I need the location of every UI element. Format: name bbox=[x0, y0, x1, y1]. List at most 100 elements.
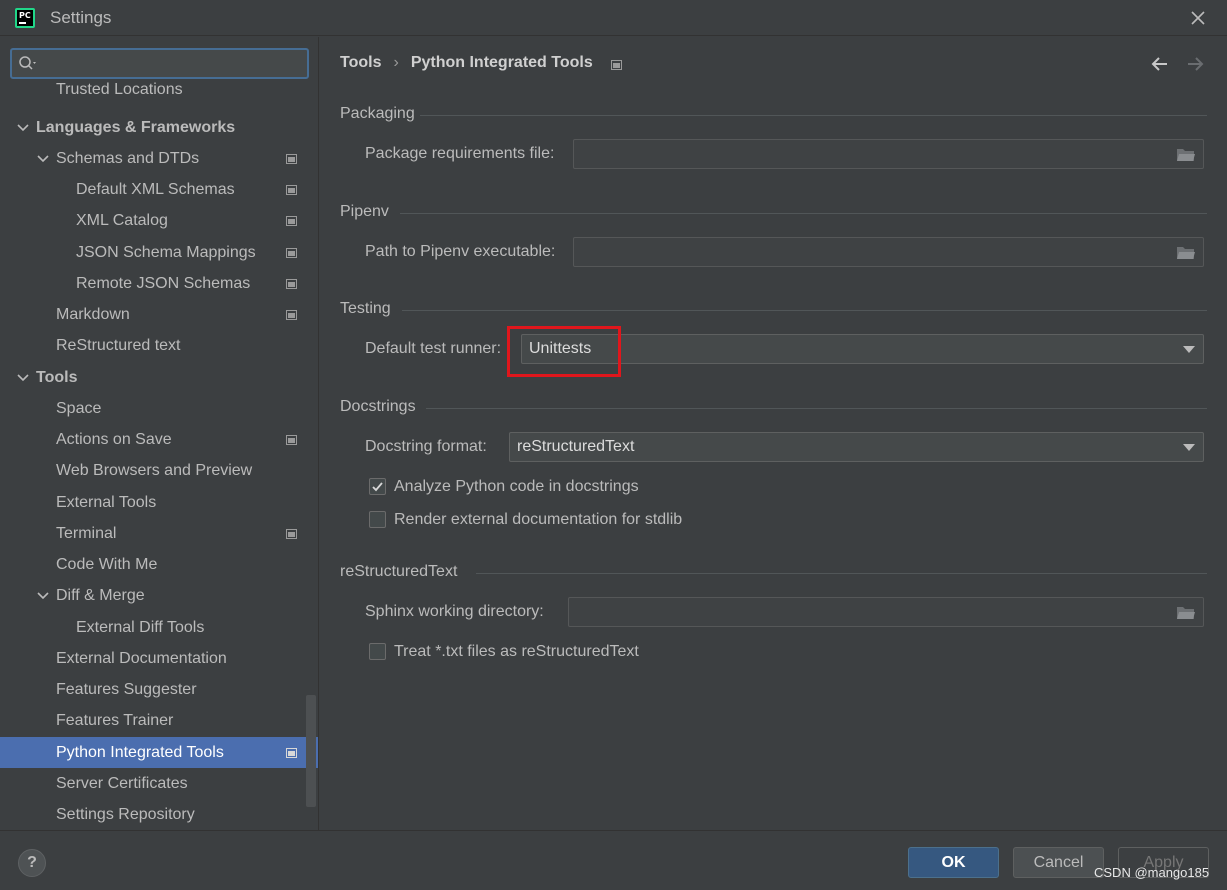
docstring-format-label: Docstring format: bbox=[365, 438, 487, 455]
breadcrumb: Tools › Python Integrated Tools bbox=[340, 54, 593, 72]
sidebar-item-label: Python Integrated Tools bbox=[56, 744, 224, 761]
settings-sidebar: Trusted Locations Languages & Frameworks… bbox=[0, 37, 319, 830]
sidebar-item-json-schema-mappings[interactable]: JSON Schema Mappings bbox=[0, 237, 318, 268]
project-scope-icon bbox=[286, 529, 297, 539]
sidebar-item-external-diff-tools[interactable]: External Diff Tools bbox=[0, 612, 318, 643]
section-divider bbox=[402, 310, 1207, 311]
dialog-footer: ? OK Cancel Apply CSDN @mango185 bbox=[0, 830, 1227, 890]
sidebar-item-label: Features Suggester bbox=[56, 681, 197, 698]
sidebar-item-restructured-text[interactable]: ReStructured text bbox=[0, 330, 318, 361]
package-requirements-label: Package requirements file: bbox=[365, 145, 555, 162]
settings-content: Tools › Python Integrated Tools Packaging … bbox=[320, 37, 1227, 830]
section-divider bbox=[400, 213, 1207, 214]
sidebar-item-label: Diff & Merge bbox=[56, 587, 145, 604]
sidebar-item-schemas-dtds[interactable]: Schemas and DTDs bbox=[0, 143, 318, 174]
sidebar-item-space[interactable]: Space bbox=[0, 393, 318, 424]
section-title-restructuredtext: reStructuredText bbox=[340, 563, 458, 580]
project-scope-icon bbox=[286, 216, 297, 226]
sidebar-scrollbar[interactable] bbox=[306, 695, 316, 807]
folder-icon[interactable] bbox=[1176, 147, 1196, 162]
sidebar-item-trusted-locations[interactable]: Trusted Locations bbox=[0, 79, 318, 101]
search-input[interactable] bbox=[10, 48, 309, 79]
chevron-down-icon[interactable] bbox=[16, 371, 30, 385]
docstring-format-value: reStructuredText bbox=[517, 438, 635, 455]
chevron-down-icon[interactable] bbox=[36, 152, 50, 166]
sidebar-item-label: Trusted Locations bbox=[56, 81, 183, 98]
analyze-docstrings-checkbox[interactable] bbox=[369, 478, 386, 495]
sidebar-item-code-with-me[interactable]: Code With Me bbox=[0, 549, 318, 580]
sidebar-item-label: External Documentation bbox=[56, 650, 227, 667]
treat-txt-checkbox[interactable] bbox=[369, 643, 386, 660]
watermark: CSDN @mango185 bbox=[1094, 865, 1210, 880]
sidebar-item-tools[interactable]: Tools bbox=[0, 362, 318, 393]
project-scope-icon bbox=[286, 310, 297, 320]
sidebar-item-xml-catalog[interactable]: XML Catalog bbox=[0, 205, 318, 236]
title-bar: PC Settings bbox=[0, 0, 1227, 36]
section-title-packaging: Packaging bbox=[340, 105, 415, 122]
sidebar-item-label: Web Browsers and Preview bbox=[56, 462, 253, 479]
section-title-testing: Testing bbox=[340, 300, 391, 317]
sidebar-item-label: Space bbox=[56, 400, 102, 417]
sidebar-item-languages-frameworks[interactable]: Languages & Frameworks bbox=[0, 112, 318, 143]
breadcrumb-parent[interactable]: Tools bbox=[340, 54, 381, 71]
sidebar-item-label: JSON Schema Mappings bbox=[76, 244, 256, 261]
test-runner-select[interactable]: Unittests bbox=[521, 334, 1204, 364]
test-runner-label: Default test runner: bbox=[365, 340, 502, 357]
folder-icon[interactable] bbox=[1176, 605, 1196, 620]
sidebar-item-label: Code With Me bbox=[56, 556, 158, 573]
search-icon bbox=[19, 56, 36, 70]
sphinx-directory-label: Sphinx working directory: bbox=[365, 603, 544, 620]
sidebar-item-terminal[interactable]: Terminal bbox=[0, 518, 318, 549]
sidebar-item-label: Terminal bbox=[56, 525, 117, 542]
folder-icon[interactable] bbox=[1176, 245, 1196, 260]
sidebar-item-label: ReStructured text bbox=[56, 337, 181, 354]
sidebar-item-external-tools[interactable]: External Tools bbox=[0, 487, 318, 518]
package-requirements-field[interactable] bbox=[573, 139, 1204, 169]
dropdown-arrow-icon bbox=[1183, 444, 1195, 451]
render-external-docs-checkbox[interactable] bbox=[369, 511, 386, 528]
sidebar-item-label: External Tools bbox=[56, 494, 157, 511]
dropdown-arrow-icon bbox=[1183, 346, 1195, 353]
sidebar-item-settings-repository[interactable]: Settings Repository bbox=[0, 799, 318, 830]
sidebar-item-label: Server Certificates bbox=[56, 775, 188, 792]
pycharm-logo-icon: PC bbox=[15, 8, 35, 28]
breadcrumb-separator: › bbox=[393, 54, 399, 71]
project-scope-icon bbox=[286, 279, 297, 289]
project-scope-icon bbox=[286, 435, 297, 445]
sidebar-item-default-xml-schemas[interactable]: Default XML Schemas bbox=[0, 174, 318, 205]
render-external-docs-label[interactable]: Render external documentation for stdlib bbox=[394, 511, 682, 529]
analyze-docstrings-label[interactable]: Analyze Python code in docstrings bbox=[394, 478, 639, 496]
sidebar-item-diff-merge[interactable]: Diff & Merge bbox=[0, 580, 318, 611]
sidebar-item-web-browsers[interactable]: Web Browsers and Preview bbox=[0, 455, 318, 486]
sidebar-item-features-trainer[interactable]: Features Trainer bbox=[0, 705, 318, 736]
back-arrow-icon[interactable] bbox=[1149, 54, 1171, 74]
close-icon[interactable] bbox=[1186, 6, 1210, 30]
sidebar-item-label: XML Catalog bbox=[76, 212, 168, 229]
section-title-pipenv: Pipenv bbox=[340, 203, 389, 220]
project-scope-icon bbox=[286, 248, 297, 258]
sidebar-item-markdown[interactable]: Markdown bbox=[0, 299, 318, 330]
sidebar-item-python-integrated-tools[interactable]: Python Integrated Tools bbox=[0, 737, 318, 768]
chevron-down-icon[interactable] bbox=[16, 121, 30, 135]
sidebar-item-actions-on-save[interactable]: Actions on Save bbox=[0, 424, 318, 455]
treat-txt-label[interactable]: Treat *.txt files as reStructuredText bbox=[394, 643, 639, 661]
sidebar-item-server-certificates[interactable]: Server Certificates bbox=[0, 768, 318, 799]
cancel-button[interactable]: Cancel bbox=[1013, 847, 1104, 878]
sidebar-item-label: Schemas and DTDs bbox=[56, 150, 200, 167]
docstring-format-select[interactable]: reStructuredText bbox=[509, 432, 1204, 462]
forward-arrow-icon[interactable] bbox=[1184, 54, 1206, 74]
sidebar-item-remote-json-schemas[interactable]: Remote JSON Schemas bbox=[0, 268, 318, 299]
project-scope-icon bbox=[286, 748, 297, 758]
section-divider bbox=[420, 115, 1207, 116]
sidebar-item-external-documentation[interactable]: External Documentation bbox=[0, 643, 318, 674]
sidebar-item-label: Features Trainer bbox=[56, 712, 174, 729]
sidebar-item-features-suggester[interactable]: Features Suggester bbox=[0, 674, 318, 705]
chevron-down-icon[interactable] bbox=[36, 589, 50, 603]
section-divider bbox=[476, 573, 1207, 574]
sphinx-directory-field[interactable] bbox=[568, 597, 1204, 627]
ok-button[interactable]: OK bbox=[908, 847, 999, 878]
help-button[interactable]: ? bbox=[18, 849, 46, 877]
window-title: Settings bbox=[50, 8, 112, 27]
pipenv-path-field[interactable] bbox=[573, 237, 1204, 267]
pipenv-path-label: Path to Pipenv executable: bbox=[365, 243, 556, 260]
